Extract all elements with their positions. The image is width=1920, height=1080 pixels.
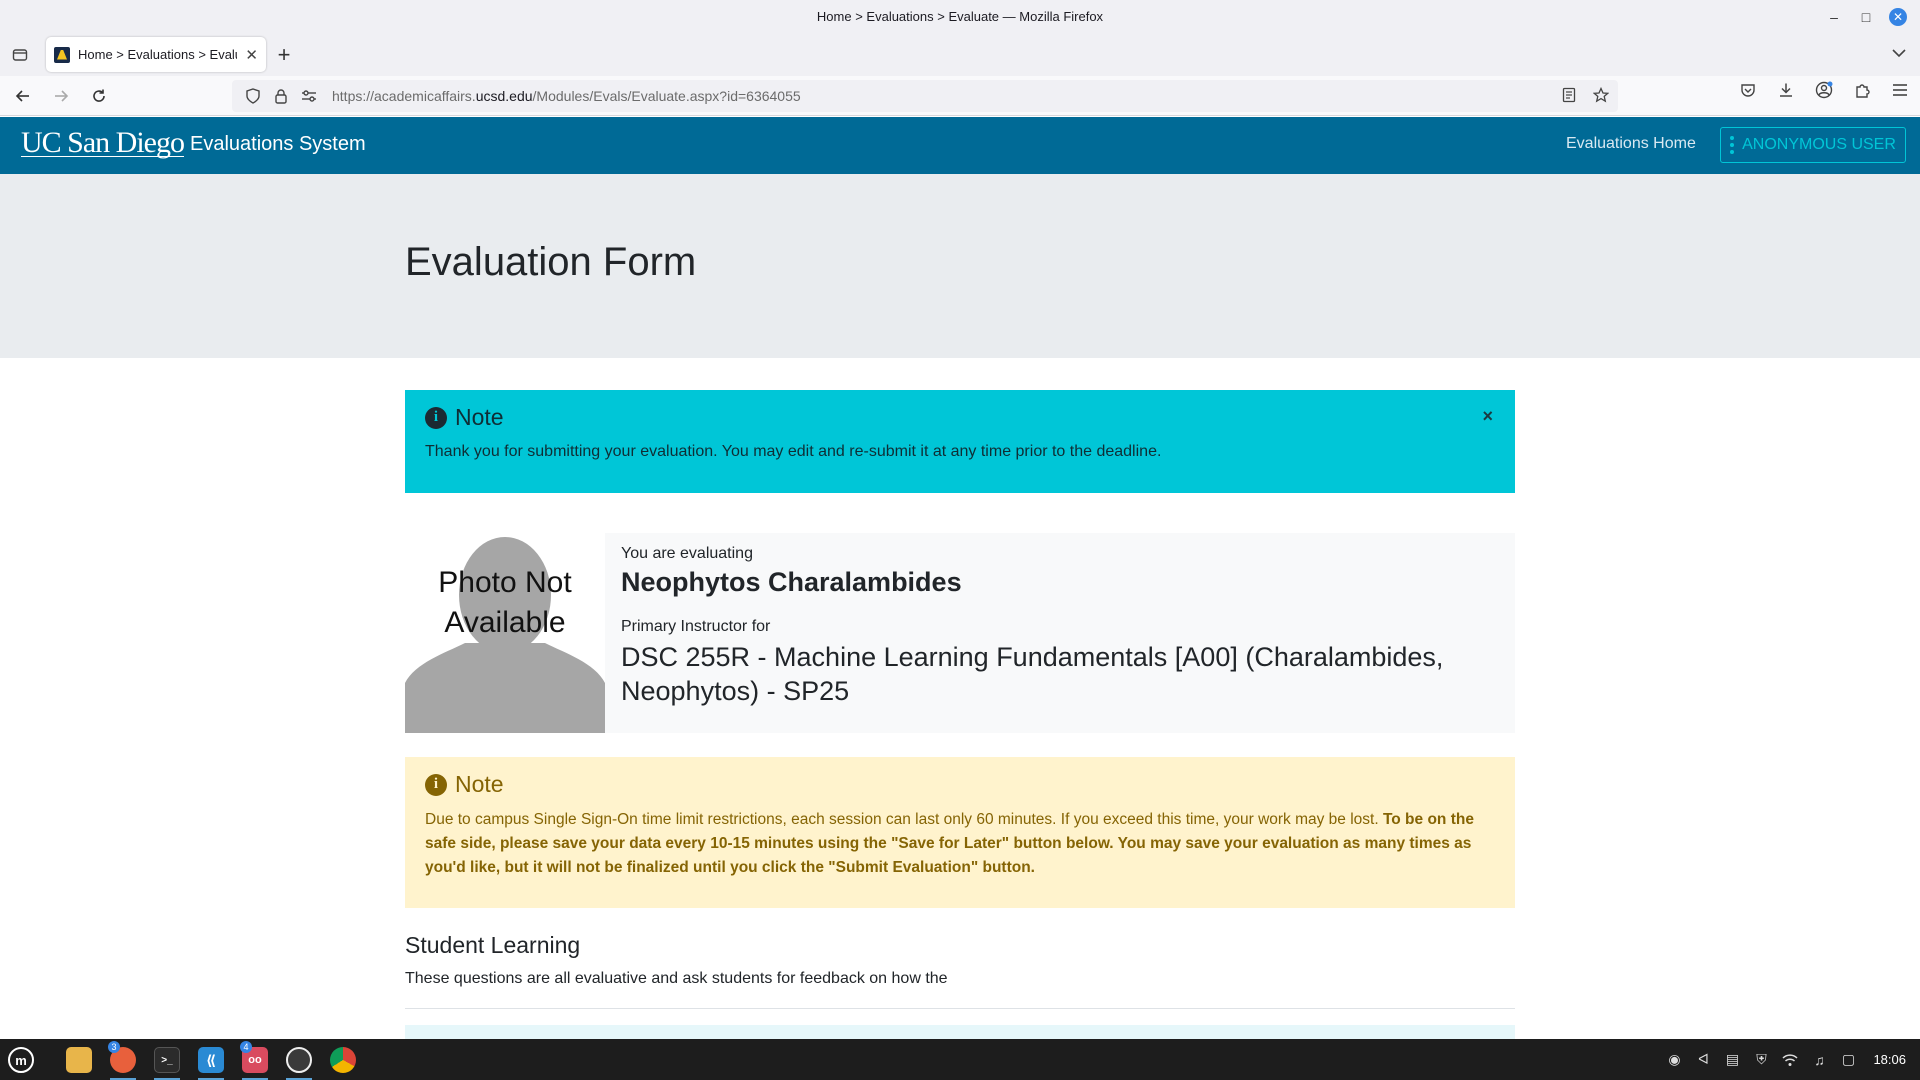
music-note-icon[interactable]: ♫ (1811, 1052, 1827, 1068)
system-title[interactable]: Evaluations System (190, 133, 366, 156)
section-divider (405, 1008, 1515, 1009)
new-tab-icon[interactable]: + (266, 37, 302, 73)
window-controls: – □ ✕ (1820, 0, 1912, 33)
submission-note-alert: i Note Thank you for submitting your eva… (405, 390, 1515, 493)
warning-body: Due to campus Single Sign-On time limit … (425, 808, 1495, 880)
close-window-button[interactable]: ✕ (1884, 3, 1912, 31)
section-description: These questions are all evaluative and a… (405, 970, 948, 987)
page-title: Evaluation Form (405, 240, 697, 284)
logo-underline (21, 156, 184, 157)
clock[interactable]: 18:06 (1873, 1052, 1906, 1067)
section-title: Student Learning (405, 932, 581, 958)
bluetooth-icon[interactable]: ᐊ (1695, 1051, 1711, 1068)
readers-badge: 4 (240, 1041, 252, 1053)
shield-icon[interactable]: ⛨ (1753, 1051, 1769, 1068)
warning-heading: i Note (425, 771, 1495, 798)
photo-not-available-text: Photo Not Available (438, 566, 572, 639)
taskbar-terminal[interactable]: >_ (150, 1043, 184, 1080)
url-bar-actions (1560, 86, 1610, 104)
tab-close-icon[interactable]: ✕ (245, 46, 258, 64)
reload-icon[interactable] (84, 81, 114, 111)
kebab-menu-icon (1730, 136, 1735, 154)
os-taskbar: m 3 >_ ⟪ oo 4 ◉ ᐊ ▤ ⛨ ♫ ▢ 18:06 (0, 1039, 1920, 1080)
maximize-icon[interactable]: □ (1852, 3, 1880, 31)
bookmark-star-icon[interactable] (1592, 86, 1610, 104)
taskbar-files[interactable] (62, 1043, 96, 1077)
close-icon: ✕ (1889, 7, 1907, 26)
anonymous-user-button[interactable]: ANONYMOUS USER (1720, 127, 1906, 163)
tab-title: Home > Evaluations > Evaluate (78, 47, 237, 62)
list-all-tabs-icon[interactable] (1892, 45, 1906, 61)
keyboard-layout-icon[interactable]: ▢ (1840, 1051, 1856, 1068)
pocket-icon[interactable] (1738, 81, 1758, 99)
role-label: Primary Instructor for (621, 618, 771, 635)
wifi-icon[interactable] (1782, 1052, 1798, 1068)
url-domain: ucsd.edu (475, 88, 533, 104)
tab-evaluate[interactable]: Home > Evaluations > Evaluate ✕ (46, 37, 266, 72)
lock-icon[interactable] (272, 87, 290, 105)
clipboard-icon[interactable]: ▤ (1724, 1051, 1740, 1068)
forward-icon[interactable] (46, 81, 76, 111)
account-icon[interactable] (1814, 81, 1834, 99)
alert-close-icon[interactable]: × (1482, 406, 1493, 427)
update-manager-icon[interactable]: ◉ (1666, 1051, 1682, 1068)
url-prefix: https://academicaffairs. (332, 88, 476, 104)
taskbar-obs[interactable] (282, 1043, 316, 1080)
start-menu-button[interactable]: m (4, 1043, 38, 1077)
back-icon[interactable] (8, 81, 38, 111)
page-hero: Evaluation Form (0, 174, 1920, 358)
alert-heading-text: Note (455, 404, 504, 430)
question-block-top (405, 1025, 1515, 1039)
site-header: UC San Diego Evaluations System Evaluati… (0, 117, 1920, 174)
firefox-badge: 3 (108, 1041, 120, 1053)
session-timeout-warning: i Note Due to campus Single Sign-On time… (405, 757, 1515, 908)
you-are-evaluating-label: You are evaluating (621, 545, 753, 562)
taskbar-readers[interactable]: oo 4 (238, 1041, 272, 1080)
warning-body-plain: Due to campus Single Sign-On time limit … (425, 811, 1383, 828)
firefox-view-icon[interactable] (0, 33, 40, 76)
url-text: https://academicaffairs.ucsd.edu/Modules… (332, 88, 801, 104)
tracking-protection-shield-icon[interactable] (244, 87, 262, 105)
extensions-icon[interactable] (1852, 81, 1872, 99)
warning-heading-text: Note (455, 771, 504, 797)
evaluations-home-link[interactable]: Evaluations Home (1566, 135, 1696, 153)
evaluee-card: Photo Not Available You are evaluating N… (405, 533, 1515, 733)
course-title: DSC 255R - Machine Learning Fundamentals… (621, 642, 1444, 706)
url-path: /Modules/Evals/Evaluate.aspx?id=6364055 (532, 88, 801, 104)
evaluee-info: You are evaluating Neophytos Charalambid… (621, 545, 1501, 708)
instructor-name: Neophytos Charalambides (621, 567, 962, 597)
hamburger-menu-icon[interactable] (1890, 81, 1910, 99)
alert-heading: i Note (425, 404, 1495, 431)
window-titlebar: Home > Evaluations > Evaluate — Mozilla … (0, 0, 1920, 33)
window-title: Home > Evaluations > Evaluate — Mozilla … (816, 9, 1104, 24)
info-icon: i (425, 406, 447, 429)
navigation-toolbar: https://academicaffairs.ucsd.edu/Modules… (0, 76, 1920, 116)
files-icon (66, 1047, 92, 1073)
permissions-icon[interactable] (300, 87, 318, 105)
alert-body: Thank you for submitting your evaluation… (425, 443, 1162, 460)
tab-bar: Home > Evaluations > Evaluate ✕ + (0, 33, 1920, 76)
system-tray: ◉ ᐊ ▤ ⛨ ♫ ▢ 18:06 (1666, 1039, 1906, 1080)
toolbar-actions (1738, 81, 1910, 99)
terminal-icon: >_ (154, 1047, 180, 1073)
user-button-label: ANONYMOUS USER (1742, 136, 1896, 153)
reader-view-icon[interactable] (1560, 86, 1578, 104)
menu-icon: m (8, 1047, 34, 1073)
downloads-icon[interactable] (1776, 81, 1796, 99)
chrome-icon (330, 1047, 356, 1073)
taskbar-firefox[interactable]: 3 (106, 1041, 140, 1080)
minimize-icon[interactable]: – (1820, 3, 1848, 31)
vscode-icon: ⟪ (198, 1047, 224, 1073)
ucsd-favicon-icon (54, 46, 70, 63)
url-bar[interactable]: https://academicaffairs.ucsd.edu/Modules… (232, 80, 1618, 112)
instructor-photo-placeholder: Photo Not Available (405, 533, 605, 733)
taskbar-chrome[interactable] (326, 1043, 360, 1077)
obs-icon (286, 1047, 312, 1073)
taskbar-vscode[interactable]: ⟪ (194, 1043, 228, 1080)
logo-text: UC San Diego (21, 126, 185, 159)
info-icon: i (425, 773, 447, 796)
ucsd-logo[interactable]: UC San Diego (21, 126, 185, 160)
